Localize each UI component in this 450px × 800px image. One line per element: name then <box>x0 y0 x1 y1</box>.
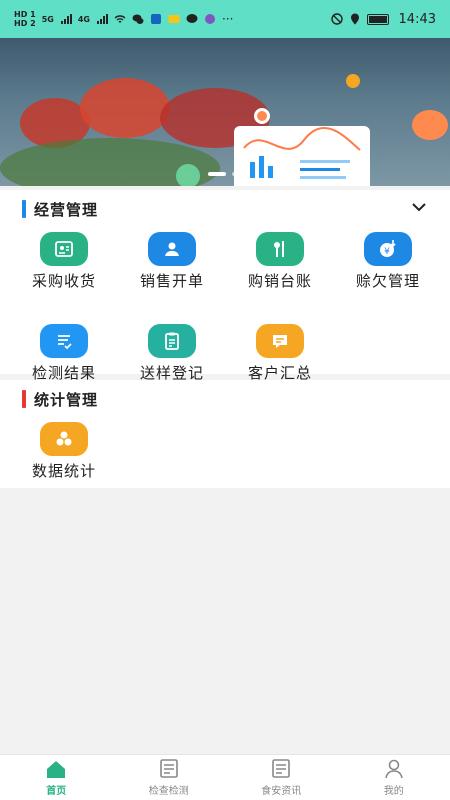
battery-icon <box>366 13 389 25</box>
inspection-icon <box>159 759 178 778</box>
sim1-label: HD 1 <box>14 10 36 19</box>
status-left: HD 1 HD 2 5G 4G ··· <box>14 10 233 28</box>
section-header: 统计管理 <box>0 380 450 418</box>
message-icon <box>186 14 198 23</box>
mail-icon <box>168 15 180 23</box>
clipboard-icon <box>148 324 196 358</box>
dots-icon: ··· <box>221 12 234 26</box>
status-bar: HD 1 HD 2 5G 4G ··· 14:43 <box>0 0 450 38</box>
orange-decoration <box>412 110 448 140</box>
tab-label: 我的 <box>383 786 404 797</box>
carousel-indicators <box>208 172 240 176</box>
dot-decoration <box>346 74 360 88</box>
wifi-icon <box>114 15 126 23</box>
checklist-icon <box>40 324 88 358</box>
tile-data-statistics[interactable]: 数据统计 <box>10 418 118 510</box>
home-icon <box>47 761 66 778</box>
dot-decoration <box>176 164 200 186</box>
profile-icon <box>384 759 403 779</box>
summary-icon <box>256 324 304 358</box>
net1-label: 5G <box>41 14 54 24</box>
tile-label: 采购收货 <box>31 272 96 290</box>
status-right: 14:43 <box>330 11 436 27</box>
section-business-management: 经营管理 采购收货 销售开单 购销台账 ¥ 赊欠管理 检测结果 送样登记 客户汇… <box>0 190 450 382</box>
tile-purchase-receiving[interactable]: 采购收货 <box>10 228 118 320</box>
function-grid: 数据统计 <box>0 418 450 510</box>
bottom-tab-bar: 首页 检查检测 食安资讯 我的 <box>0 754 450 800</box>
tile-credit-management[interactable]: ¥ 赊欠管理 <box>334 228 442 320</box>
section-statistics-management: 统计管理 数据统计 <box>0 380 450 488</box>
carousel-dot[interactable] <box>232 172 240 176</box>
ledger-icon <box>256 232 304 266</box>
tab-label: 首页 <box>46 786 67 797</box>
tile-label: 销售开单 <box>139 272 204 290</box>
pin-decoration <box>254 108 270 124</box>
tile-label: 赊欠管理 <box>355 272 420 290</box>
status-time: 14:43 <box>398 11 436 27</box>
signal-icon <box>60 14 72 24</box>
person-icon <box>148 232 196 266</box>
tab-food-news[interactable]: 食安资讯 <box>225 755 338 800</box>
tomato-decoration <box>80 78 170 138</box>
credit-icon: ¥ <box>364 232 412 266</box>
sim2-label: HD 2 <box>14 19 36 28</box>
svg-text:¥: ¥ <box>384 247 390 257</box>
chart-card-illustration <box>234 126 370 186</box>
tab-home[interactable]: 首页 <box>0 755 113 800</box>
carousel-dot[interactable] <box>208 172 226 176</box>
wechat-icon <box>132 14 144 24</box>
receipt-icon <box>40 232 88 266</box>
stats-icon <box>40 422 88 456</box>
location-icon <box>350 13 359 25</box>
section-header[interactable]: 经营管理 <box>0 190 450 228</box>
section-accent-bar <box>22 390 26 408</box>
tab-label: 检查检测 <box>148 786 189 797</box>
sim-indicators: HD 1 HD 2 <box>14 10 36 28</box>
tab-label: 食安资讯 <box>261 786 302 797</box>
tile-ledger[interactable]: 购销台账 <box>226 228 334 320</box>
mute-icon <box>330 13 343 25</box>
app2-icon <box>204 14 215 24</box>
tab-profile[interactable]: 我的 <box>338 755 450 800</box>
chevron-down-icon[interactable] <box>412 202 426 212</box>
signal-icon <box>96 14 108 24</box>
section-title: 经营管理 <box>34 200 99 219</box>
tile-sales-order[interactable]: 销售开单 <box>118 228 226 320</box>
chart-illustration-icon <box>243 127 361 179</box>
tab-inspection[interactable]: 检查检测 <box>113 755 226 800</box>
banner-carousel[interactable] <box>0 38 450 186</box>
news-icon <box>272 759 291 778</box>
net2-label: 4G <box>77 14 90 24</box>
app-icon <box>150 14 161 24</box>
section-title: 统计管理 <box>34 390 99 409</box>
tile-label: 数据统计 <box>31 462 96 480</box>
tile-label: 购销台账 <box>247 272 312 290</box>
section-accent-bar <box>22 200 26 218</box>
